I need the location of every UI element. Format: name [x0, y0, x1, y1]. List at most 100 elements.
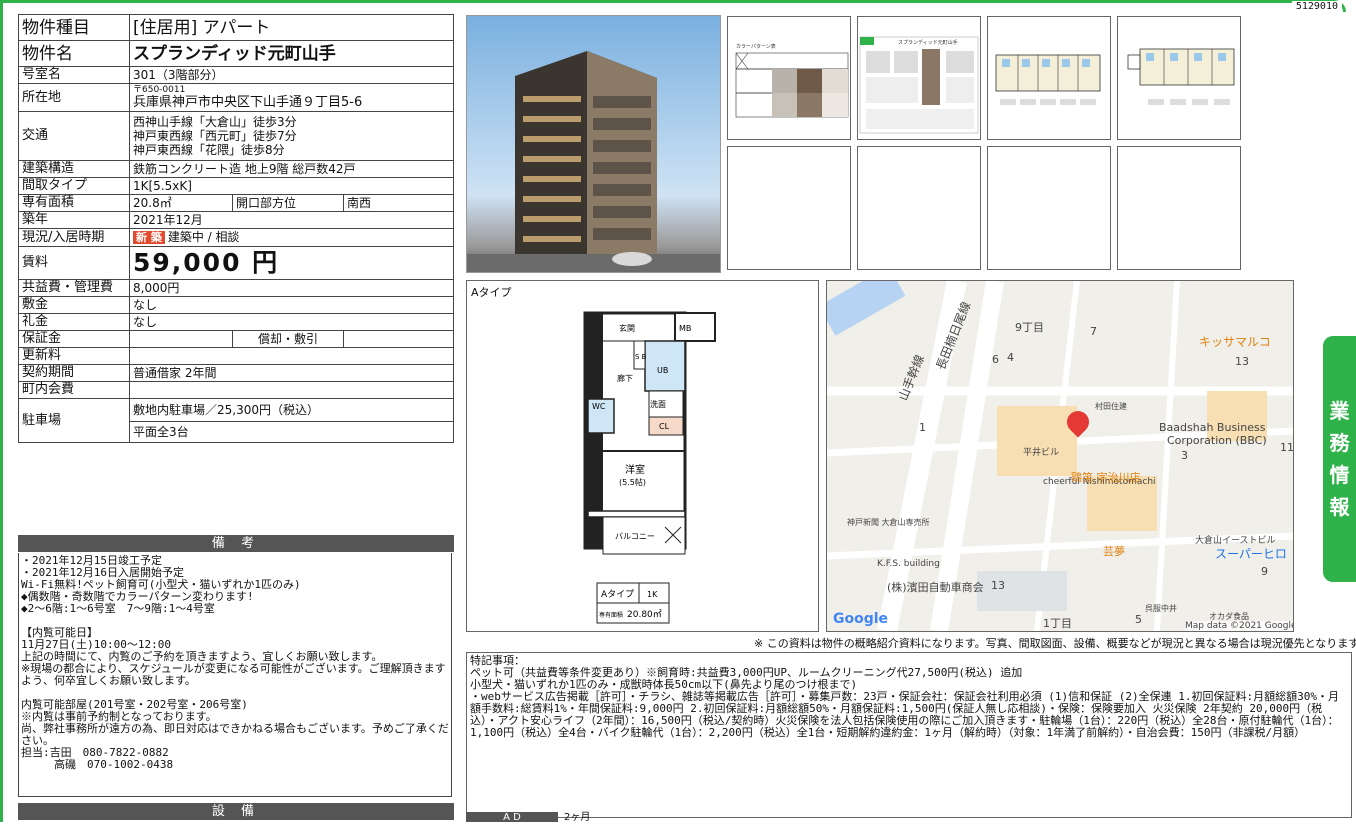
floor-layout-image — [995, 54, 1101, 105]
map-label: 3 — [1181, 449, 1188, 462]
room-balcony: バルコニー — [615, 532, 655, 541]
built-value: 2021年12月 — [129, 211, 454, 229]
deposit-label: 敷金 — [18, 296, 130, 314]
card-area-label: 専有面積 — [599, 611, 623, 619]
map-label: 11 — [1280, 441, 1294, 454]
access-label: 交通 — [18, 111, 130, 161]
access-line: 神戸東西線「西元町」徒歩7分 — [133, 129, 297, 143]
map-label: 5 — [1135, 613, 1142, 626]
thumbnail-floor-layout-1[interactable] — [987, 16, 1111, 140]
renewal-value — [129, 347, 454, 365]
area-label: 専有面積 — [18, 194, 130, 212]
parking-label: 駐車場 — [18, 398, 130, 443]
building-photo[interactable] — [466, 15, 721, 273]
key-money-label: 礼金 — [18, 313, 130, 331]
map-label: スーパーヒロ — [1215, 547, 1287, 561]
fee-label: 共益費・管理費 — [18, 279, 130, 297]
address-zip: 〒650-0011 — [133, 85, 186, 95]
renewal-label: 更新料 — [18, 347, 130, 365]
thumbnail-empty — [987, 146, 1111, 270]
access-line: 西神山手線「大倉山」徒歩3分 — [133, 115, 297, 129]
deposit-value: なし — [129, 296, 454, 314]
brochure-title: スプランディッド元町山手 — [898, 39, 958, 46]
disclaimer-notice: ※ この資料は物件の概略紹介資料になります。写真、間取図面、設備、概要などが現況… — [754, 637, 1356, 650]
ad-row: A D 2ヶ月 — [466, 812, 1352, 823]
direction-label: 開口部方位 — [232, 194, 344, 212]
floor-layout-image — [1127, 48, 1235, 105]
address-cell: 〒650-0011 兵庫県神戸市中央区下山手通９丁目5-6 — [129, 83, 454, 112]
room-size: (5.5帖) — [619, 477, 646, 487]
side-tab-char: 情 — [1329, 463, 1350, 487]
room-value: 301（3階部分） — [129, 66, 454, 84]
side-tab-char: 務 — [1329, 431, 1350, 455]
map-label: 平井ビル — [1023, 448, 1060, 458]
area-value: 20.8㎡ — [129, 194, 233, 212]
room-hall: 廊下 — [617, 373, 633, 383]
guarantee-label: 保証金 — [18, 330, 130, 348]
map-label: 芸夢 — [1103, 545, 1125, 558]
thumbnail-empty — [727, 146, 851, 270]
thumbnail-empty — [1117, 146, 1241, 270]
special-notes: 特記事項： ペット可（共益費等条件変更あり）※飼育時:共益費3,000円UP、ル… — [466, 652, 1352, 818]
rent-value: 59,000 円 — [129, 246, 454, 280]
card-type: Aタイプ — [601, 589, 634, 600]
guarantee-sub-value — [343, 330, 454, 348]
map-label: 13 — [1235, 355, 1249, 368]
name-value: スプランディッド元町山手 — [129, 40, 454, 67]
map-label: 1 — [919, 421, 926, 434]
room-sb: S B — [635, 353, 647, 361]
map-label: (株)濱田自動車商会 — [887, 581, 984, 594]
fee-value: 8,000円 — [129, 279, 454, 297]
side-tab-char: 報 — [1329, 495, 1350, 519]
address-value: 兵庫県神戸市中央区下山手通９丁目5-6 — [133, 95, 363, 110]
association-value — [129, 381, 454, 399]
room-mb: MB — [679, 324, 691, 333]
association-label: 町内会費 — [18, 381, 130, 399]
spec-table: 物件種目 [住居用] アパート 物件名 スプランディッド元町山手 号室名 301（3階… — [18, 14, 454, 443]
card-layout: 1K — [647, 590, 658, 599]
equipment-heading: 設 備 — [18, 803, 454, 820]
parking-line1: 敷地内駐車場／25,300円（税込） — [129, 398, 454, 422]
direction-value: 南西 — [343, 194, 454, 212]
floor-plan: Aタイプ 玄関 MB S B 廊下 UB 洗面 WC CL 洋室 (5.5帖) … — [466, 280, 819, 632]
map-label: Corporation (BBC) — [1167, 434, 1267, 447]
map-label: 9 — [1261, 565, 1268, 578]
built-label: 築年 — [18, 211, 130, 229]
brochure-image: スプランディッド元町山手 — [859, 36, 979, 134]
room-cl: CL — [659, 422, 670, 431]
map-label: キッサマルコ — [1199, 335, 1271, 349]
guarantee-value — [129, 330, 233, 348]
thumbnail-brochure[interactable]: スプランディッド元町山手 — [857, 16, 981, 140]
map-label: 7 — [1090, 325, 1097, 338]
status-value: 建築中 / 相談 — [167, 230, 240, 244]
ad-value: 2ヶ月 — [564, 812, 591, 823]
location-map[interactable]: 9丁目 7 6 4 13 キッサマルコ 村田住建 Baadshah Busine… — [826, 280, 1294, 632]
building-illustration — [467, 51, 720, 272]
remarks-heading: 備 考 — [18, 535, 454, 552]
map-label: 村田住建 — [1095, 402, 1127, 411]
thumbnail-color-pattern[interactable]: カラーパターン表 — [727, 16, 851, 140]
room-wc: WC — [592, 402, 606, 411]
property-id: 5129010 — [1291, 1, 1342, 12]
name-label: 物件名 — [18, 40, 130, 67]
map-label: 1丁目 — [1043, 617, 1072, 630]
map-attribution[interactable]: Map data ©2021 Google — [1185, 621, 1293, 631]
card-area: 20.80㎡ — [627, 609, 662, 620]
access-cell: 西神山手線「大倉山」徒歩3分 神戸東西線「西元町」徒歩7分 神戸東西線「花隈」徒… — [129, 111, 454, 161]
structure-label: 建築構造 — [18, 160, 130, 178]
type-value: [住居用] アパート — [129, 14, 454, 41]
ad-label: A D — [466, 812, 558, 823]
parking-line2: 平面全3台 — [129, 421, 454, 443]
thumbnail-empty — [857, 146, 981, 270]
thumbnail-floor-layout-2[interactable] — [1117, 16, 1241, 140]
new-badge: 新 築 — [133, 231, 165, 244]
rent-label: 賃料 — [18, 246, 130, 280]
map-label: 4 — [1007, 351, 1014, 364]
room-main: 洋室 — [625, 463, 645, 476]
structure-value: 鉄筋コンクリート造 地上9階 総戸数42戸 — [129, 160, 454, 178]
business-info-tab[interactable]: 業 務 情 報 — [1323, 336, 1356, 582]
color-pattern-image: カラーパターン表 — [735, 43, 849, 118]
room-entrance: 玄関 — [619, 323, 635, 333]
room-ub: UB — [657, 366, 668, 375]
room-label: 号室名 — [18, 66, 130, 84]
